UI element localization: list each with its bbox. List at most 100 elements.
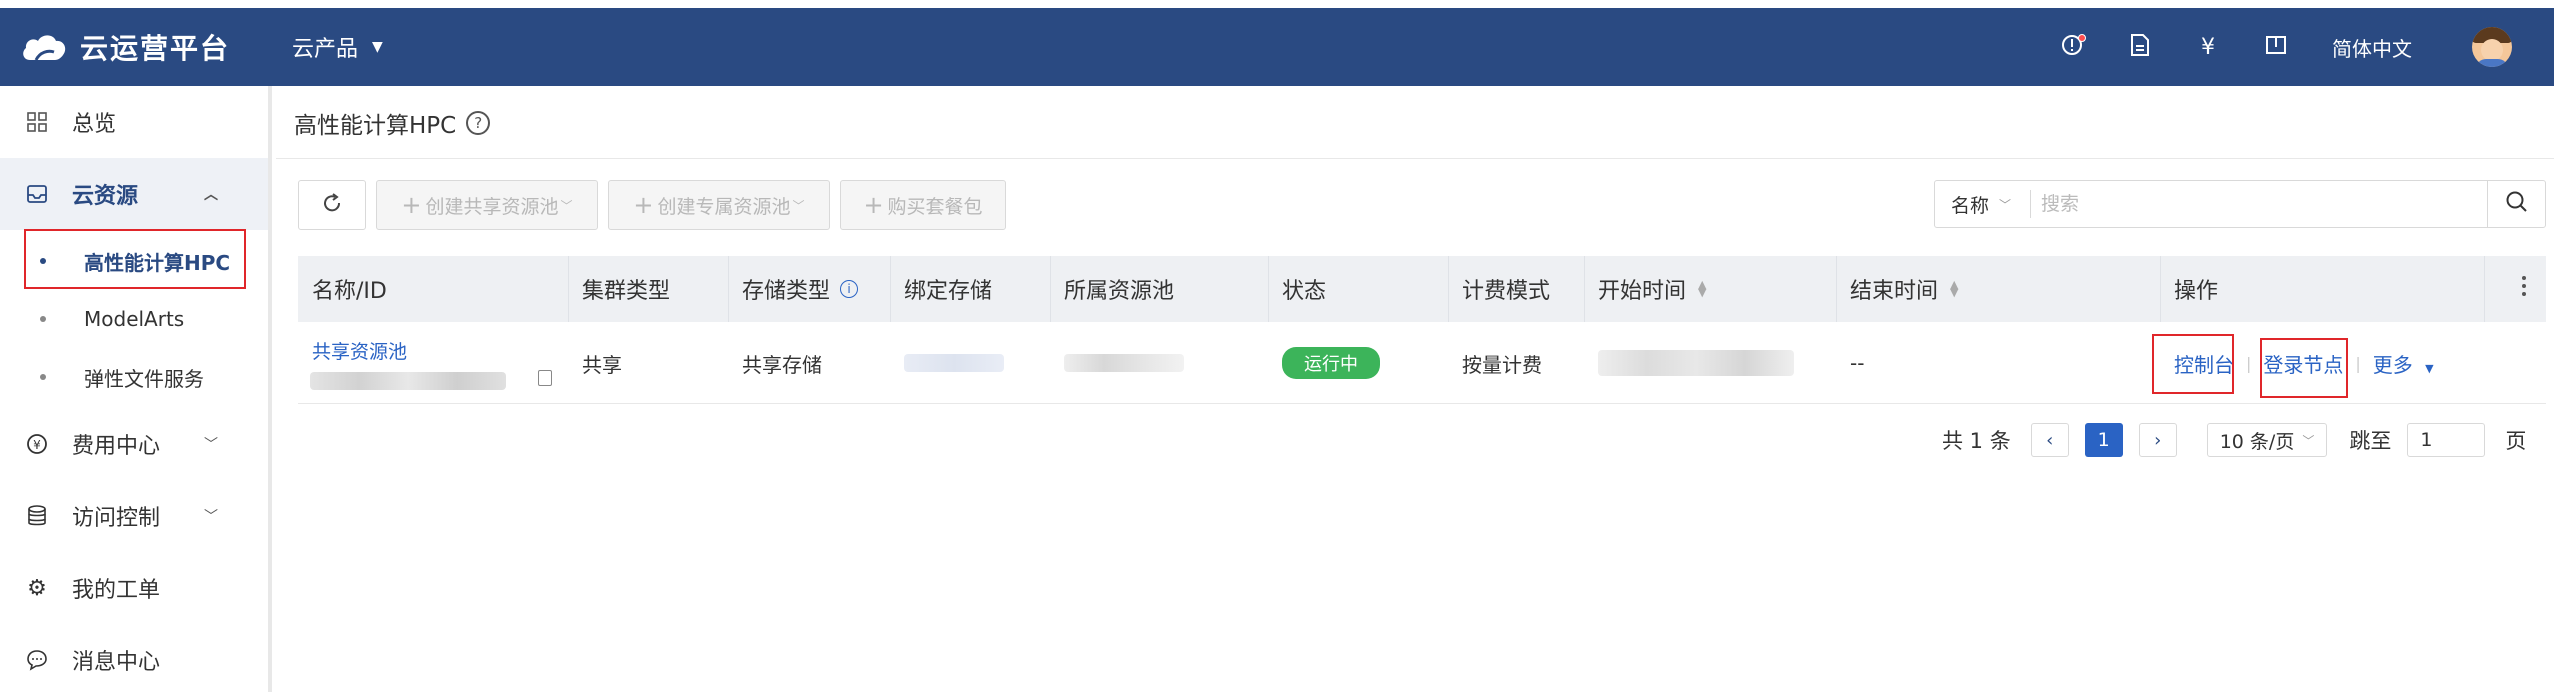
sidebar-item-billing-center[interactable]: ¥ 费用中心 ﹀ [0,408,268,480]
chevron-down-icon: ﹀ [792,198,805,213]
column-header-billing: 计费模式 [1462,279,1551,304]
search-button[interactable] [2487,181,2545,227]
document-icon [2130,33,2150,61]
page-size-select[interactable]: 10 条/页 ﹀ [2206,423,2328,457]
caret-down-icon: ▼ [372,39,383,55]
column-header-bound-storage: 绑定存储 [904,279,993,304]
sidebar-item-label: 我的工单 [72,578,161,603]
cell-billing: 按量计费 [1462,352,1542,377]
resource-pool-link[interactable]: 共享资源池 [312,337,407,364]
start-time-redacted [1598,350,1794,376]
bullet-dot [40,374,46,380]
notification-dot [2078,34,2086,42]
search-input[interactable] [2041,184,2481,224]
database-icon [22,505,52,527]
refresh-button[interactable] [298,180,366,230]
brand[interactable]: 云运营平台 [0,8,272,86]
sidebar-item-label: 消息中心 [72,650,161,675]
plus-icon: + [633,191,654,219]
search-field-label: 名称 [1951,194,1990,217]
cell-start-time [1584,322,1794,404]
sidebar-item-access-control[interactable]: 访问控制 ﹀ [0,480,268,552]
table-header: 名称/ID 集群类型 存储类型 i 绑定存储 所属资源池 状态 计费模式 开始时… [298,256,2546,322]
product-menu-dropdown[interactable]: 云产品 ▼ [292,31,383,63]
sidebar-subitem-file-service[interactable]: 弹性文件服务 [0,348,268,406]
yen-circle-icon: ¥ [22,433,52,455]
chevron-down-icon: ﹀ [204,509,218,525]
sidebar-item-message-center[interactable]: 消息中心 [0,624,268,692]
column-header-resource-pool: 所属资源池 [1064,279,1175,304]
create-dedicated-pool-button[interactable]: + 创建专属资源池 ﹀ [608,180,830,230]
cell-resource-pool [1050,322,1184,404]
sidebar-item-overview[interactable]: 总览 [0,86,268,158]
column-header-status: 状态 [1282,279,1327,304]
column-header-name: 名称/ID [312,279,387,304]
total-count: 共 1 条 [1942,429,2011,453]
resource-id-redacted [310,371,506,390]
sidebar-subitem-modelarts[interactable]: ModelArts [0,290,268,348]
notification-button[interactable] [2038,8,2106,86]
buy-package-button[interactable]: + 购买套餐包 [840,180,1006,230]
copy-icon[interactable] [538,370,552,386]
billing-button[interactable]: ¥ [2174,8,2242,86]
create-shared-pool-button[interactable]: + 创建共享资源池 ﹀ [376,180,598,230]
chevron-down-icon: ﹀ [204,437,218,453]
page-number-current[interactable]: 1 [2084,423,2123,457]
manual-button[interactable] [2242,8,2310,86]
resource-pool-redacted [1064,354,1184,372]
book-icon [2265,35,2287,59]
column-header-end-time[interactable]: 结束时间 ▲ ▼ [1836,256,1958,322]
cell-status: 运行中 [1268,322,1380,404]
top-navigation-bar: 云运营平台 云产品 ▼ ¥ 简体中文 [0,8,2554,86]
chevron-down-icon: ﹀ [1999,197,2012,212]
sidebar-subitem-label: ModelArts [84,307,185,331]
svg-text:¥: ¥ [33,438,41,452]
column-header-start-time[interactable]: 开始时间 ▲ ▼ [1584,256,1706,322]
sidebar: 总览 云资源 ︿ 高性能计算HPC ModelArts 弹性文件服务 ¥ 费用中… [0,86,272,692]
sort-icon: ▲ ▼ [1950,278,1959,299]
search-box: 名称 ﹀ [1934,180,2546,228]
more-dropdown[interactable]: 更多 ▼ [2373,349,2434,378]
cell-cluster-type: 共享 [582,352,622,377]
buy-package-label: 购买套餐包 [887,195,983,218]
page-size-label: 10 条/页 [2219,430,2295,453]
refresh-icon [321,192,343,219]
main-content: 高性能计算HPC ? + 创建共享资源池 ﹀ + 创建专属资源池 ﹀ + 购买套… [276,86,2554,692]
status-badge: 运行中 [1282,347,1380,379]
page-suffix: 页 [2505,429,2527,453]
plus-icon: + [401,191,422,219]
info-icon[interactable]: i [840,280,859,298]
chevron-down-icon: ﹀ [2302,433,2315,448]
cell-end-time: -- [1850,351,1865,375]
pagination: 共 1 条 ‹ 1 › 10 条/页 ﹀ 跳至 页 [1942,420,2526,460]
page-title: 高性能计算HPC ? [294,106,491,140]
sidebar-item-cloud-resources[interactable]: 云资源 ︿ [0,158,268,230]
prev-page-button[interactable]: ‹ [2030,423,2069,457]
search-field-select[interactable]: 名称 ﹀ [1935,190,2031,218]
jump-page-input[interactable] [2407,423,2486,457]
column-settings-icon[interactable] [2522,276,2526,296]
next-page-button[interactable]: › [2138,423,2177,457]
help-icon[interactable]: ? [466,111,491,135]
cell-name: 共享资源池 [298,322,568,404]
chevron-up-icon: ︿ [204,187,218,203]
divider [276,158,2554,159]
plus-icon: + [863,191,884,219]
language-switcher[interactable]: 简体中文 [2332,33,2412,62]
column-header-cluster-type: 集群类型 [582,279,671,304]
caret-down-icon: ▼ [2425,361,2434,375]
user-avatar[interactable] [2472,27,2512,67]
document-button[interactable] [2106,8,2174,86]
brand-name: 云运营平台 [80,32,231,65]
more-label: 更多 [2372,352,2413,377]
page-title-text: 高性能计算HPC [294,113,457,139]
search-icon [2505,190,2529,219]
gear-icon: ⚙ [27,575,47,601]
highlight-box [24,229,246,289]
sidebar-item-my-tickets[interactable]: ⚙ 我的工单 [0,552,268,624]
grid-icon [22,111,52,133]
sidebar-item-label: 总览 [72,112,117,137]
cloud-logo-icon [20,29,70,65]
cell-storage-type: 共享存储 [742,352,822,377]
chat-icon [22,649,52,671]
